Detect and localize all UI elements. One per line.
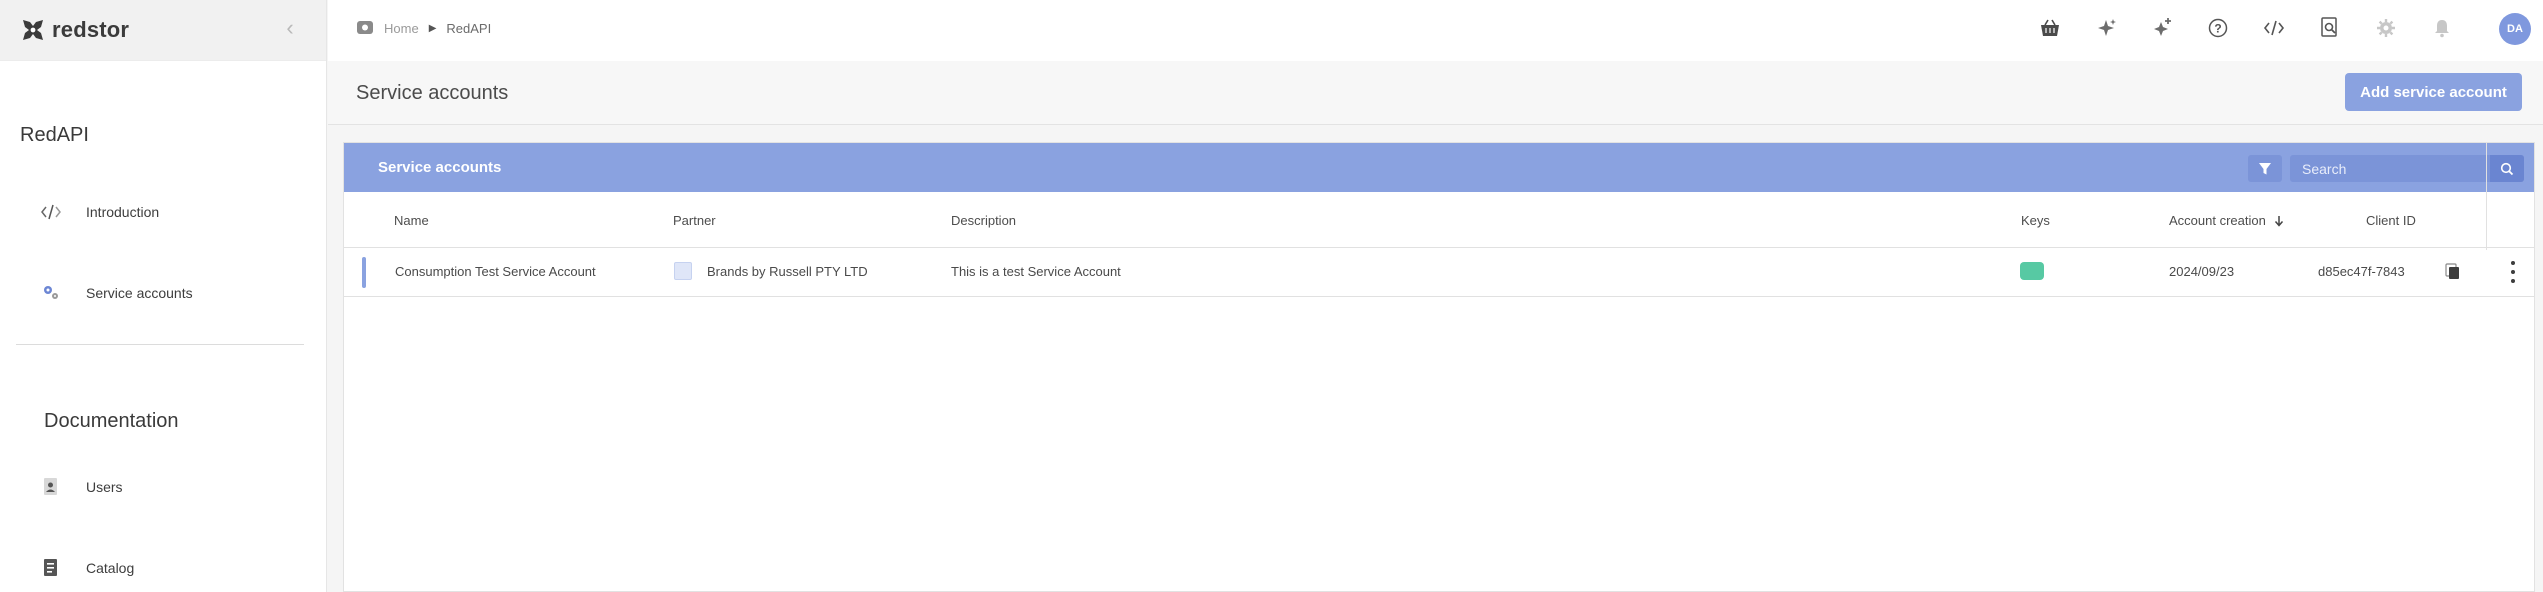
- row-actions-menu-icon[interactable]: [2507, 261, 2519, 283]
- cell-description: This is a test Service Account: [951, 264, 1121, 279]
- search-box: [2290, 155, 2524, 182]
- search-icon: [2500, 162, 2514, 175]
- page-header: Service accounts Add service account: [328, 61, 2543, 125]
- logo-bar: redstor ‹: [0, 0, 326, 61]
- user-doc-icon: [40, 476, 62, 498]
- breadcrumb-current: RedAPI: [446, 21, 492, 36]
- user-avatar[interactable]: DA: [2499, 13, 2531, 45]
- breadcrumb-home[interactable]: Home: [384, 21, 419, 36]
- code-icon: [40, 201, 62, 223]
- search-doc-icon[interactable]: [2319, 17, 2341, 39]
- key-status-badge[interactable]: [2020, 262, 2044, 280]
- code-icon[interactable]: [2263, 17, 2285, 39]
- sidebar-item-service-accounts[interactable]: Service accounts: [40, 282, 193, 304]
- copy-icon[interactable]: [2445, 263, 2461, 284]
- sparkle-icon[interactable]: [2095, 17, 2117, 39]
- filter-button[interactable]: [2248, 155, 2282, 182]
- basket-icon[interactable]: [2039, 17, 2061, 39]
- column-header-name[interactable]: Name: [394, 213, 429, 228]
- arrow-down-icon: [2274, 215, 2283, 227]
- actions-column-divider: [2486, 143, 2487, 250]
- sidebar-item-label: Users: [86, 479, 123, 495]
- sparkle-plus-icon[interactable]: [2151, 17, 2173, 39]
- sidebar-item-label: Catalog: [86, 560, 135, 576]
- search-button[interactable]: [2490, 155, 2524, 182]
- brand-logo[interactable]: redstor: [20, 17, 129, 43]
- page-title: Service accounts: [356, 82, 509, 104]
- cell-client-id: d85ec47f-7843: [2318, 264, 2405, 279]
- home-icon[interactable]: [356, 19, 374, 38]
- chevron-right-icon: ▶: [428, 23, 437, 34]
- column-header-partner[interactable]: Partner: [673, 213, 716, 228]
- panel-title: Service accounts: [378, 159, 502, 176]
- redstor-logo-icon: [23, 20, 43, 40]
- help-icon[interactable]: ?: [2207, 17, 2229, 39]
- top-bar: Home ▶ RedAPI ? DA: [328, 0, 2543, 61]
- table-header: Name Partner Description Keys Account cr…: [344, 192, 2534, 248]
- sidebar-item-catalog[interactable]: Catalog: [40, 557, 134, 579]
- sidebar-divider: [16, 344, 304, 345]
- cell-name: Consumption Test Service Account: [395, 264, 596, 279]
- svg-text:?: ?: [2214, 22, 2221, 36]
- service-accounts-panel: Service accounts Name Partner Descriptio…: [343, 142, 2535, 592]
- sidebar: redstor ‹ RedAPI Introduction Service ac…: [0, 0, 327, 592]
- cell-partner: Brands by Russell PTY LTD: [707, 264, 868, 279]
- add-service-account-button[interactable]: Add service account: [2345, 73, 2522, 111]
- catalog-doc-icon: [40, 557, 62, 579]
- brand-name: redstor: [52, 17, 130, 42]
- column-header-account-creation[interactable]: Account creation: [2169, 213, 2284, 228]
- column-header-client-id[interactable]: Client ID: [2366, 213, 2416, 228]
- bell-icon[interactable]: [2431, 17, 2453, 39]
- search-input[interactable]: [2290, 155, 2490, 182]
- column-header-description[interactable]: Description: [951, 213, 1016, 228]
- cell-account-creation: 2024/09/23: [2169, 264, 2235, 279]
- top-icons: ?: [2039, 17, 2453, 39]
- breadcrumb: Home ▶ RedAPI: [356, 19, 491, 38]
- documentation-title: Documentation: [44, 410, 179, 432]
- table-row[interactable]: Consumption Test Service Account Brands …: [344, 248, 2534, 297]
- chevron-left-icon: ‹: [286, 15, 294, 40]
- panel-header: Service accounts: [344, 143, 2534, 192]
- row-indicator: [362, 257, 366, 288]
- column-header-label: Account creation: [2169, 213, 2266, 228]
- gears-icon: [40, 282, 62, 304]
- column-header-keys[interactable]: Keys: [2021, 213, 2050, 228]
- partner-logo-icon: [674, 262, 692, 280]
- gear-icon[interactable]: [2375, 17, 2397, 39]
- collapse-sidebar-button[interactable]: ‹: [280, 15, 300, 40]
- product-title: RedAPI: [20, 124, 89, 146]
- sidebar-item-label: Introduction: [86, 204, 160, 220]
- filter-icon: [2259, 162, 2271, 174]
- sidebar-item-label: Service accounts: [86, 285, 193, 301]
- sidebar-item-users[interactable]: Users: [40, 476, 123, 498]
- sidebar-item-introduction[interactable]: Introduction: [40, 201, 159, 223]
- app-window: redstor ‹ RedAPI Introduction Service ac…: [0, 0, 2543, 592]
